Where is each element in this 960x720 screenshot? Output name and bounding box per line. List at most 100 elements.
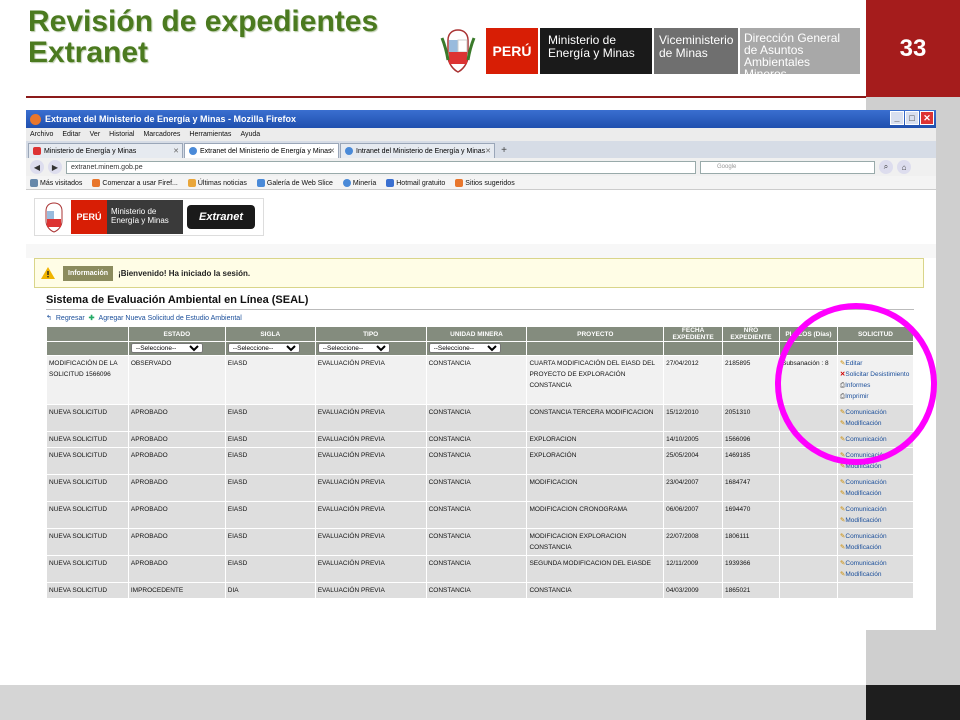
action-link[interactable]: ✕Solicitar Desistimiento (840, 369, 911, 380)
peru-logo: PERÚ (486, 28, 538, 74)
add-request-link[interactable]: Agregar Nueva Solicitud de Estudio Ambie… (99, 315, 242, 322)
loading-icon (189, 147, 197, 155)
action-label: Comunicación (845, 436, 887, 443)
info-label: Información (63, 265, 114, 281)
seal-title: Sistema de Evaluación Ambiental en Línea… (46, 294, 309, 306)
tab-minem[interactable]: Ministerio de Energía y Minas ✕ (28, 143, 183, 158)
action-link[interactable]: ✎Modificación (840, 418, 911, 429)
filter-estado: --Seleccione-- (127, 341, 226, 356)
action-label: Comunicación (845, 533, 887, 540)
requests-table: ESTADO SIGLA TIPO UNIDAD MINERA PROYECTO… (46, 326, 915, 599)
table-cell: EVALUACIÓN PREVIA (314, 555, 427, 583)
close-icon[interactable]: ✕ (920, 111, 934, 125)
table-cell: OBSERVADO (127, 355, 226, 405)
regresar-link[interactable]: Regresar (56, 315, 85, 322)
filter-blank (836, 341, 915, 356)
action-label: Imprimir (845, 393, 869, 400)
table-cell: CONSTANCIA (425, 555, 528, 583)
menu-marcadores[interactable]: Marcadores (143, 131, 180, 138)
bookmark-item[interactable]: Minería (342, 178, 376, 187)
solicitud-actions: ✎Comunicación ✎Modificación (836, 474, 915, 502)
back-arrow-icon: ↰ (46, 315, 52, 322)
info-text: ¡Bienvenido! Ha iniciado la sesión. (118, 268, 251, 278)
menu-historial[interactable]: Historial (109, 131, 134, 138)
table-row: NUEVA SOLICITUD APROBADO EIASD EVALUACIÓN P… (46, 528, 915, 556)
table-cell: 22/07/2008 (663, 528, 724, 556)
bookmark-item[interactable]: Galería de Web Slice (256, 178, 333, 187)
table-cell: 1469185 (722, 447, 780, 475)
table-cell: EIASD (224, 501, 316, 529)
menu-ver[interactable]: Ver (90, 131, 101, 138)
window-titlebar: Extranet del Ministerio de Energía y Min… (26, 110, 936, 128)
table-cell: APROBADO (127, 404, 226, 432)
menu-archivo[interactable]: Archivo (30, 131, 53, 138)
unidad-select[interactable]: --Seleccione-- (428, 343, 501, 353)
bookmark-item[interactable]: Últimas noticias (187, 178, 247, 187)
tab-close-icon[interactable]: ✕ (173, 147, 179, 155)
filter-unidad: --Seleccione-- (425, 341, 528, 356)
forward-icon[interactable]: ▶ (48, 160, 62, 174)
action-link[interactable]: ✎Comunicación (840, 558, 911, 569)
search-input[interactable]: Google (700, 160, 875, 174)
action-link[interactable]: ⎙Informes (840, 380, 911, 391)
home-icon[interactable]: ⌂ (897, 160, 911, 174)
action-link[interactable]: ✎Modificación (840, 488, 911, 499)
table-row: NUEVA SOLICITUD IMPROCEDENTE DIA EVALUACIÓN… (46, 582, 915, 599)
table-cell: APROBADO (127, 501, 226, 529)
tab-close-icon[interactable]: ✕ (485, 147, 491, 155)
url-input[interactable]: extranet.minem.gob.pe (66, 160, 696, 174)
table-cell: 1865021 (722, 582, 780, 599)
action-label: Modificación (845, 571, 882, 578)
menu-ayuda[interactable]: Ayuda (240, 131, 260, 138)
search-icon[interactable]: ⌕ (879, 160, 893, 174)
estado-select[interactable]: --Seleccione-- (130, 343, 203, 353)
new-tab-icon[interactable]: + (496, 143, 512, 158)
menu-bar: Archivo Editar Ver Historial Marcadores … (26, 128, 936, 141)
menu-editar[interactable]: Editar (62, 131, 80, 138)
tab-extranet[interactable]: Extranet del Ministerio de Energía y Min… (184, 143, 339, 158)
action-link[interactable]: ⎙Imprimir (840, 391, 911, 402)
back-icon[interactable]: ◀ (30, 160, 44, 174)
table-cell: NUEVA SOLICITUD (46, 404, 129, 432)
action-link[interactable]: ✎Comunicación (840, 504, 911, 515)
action-link[interactable]: ✎Modificación (840, 542, 911, 553)
menu-herramientas[interactable]: Herramientas (189, 131, 231, 138)
action-link[interactable]: ✎Editar (840, 358, 911, 369)
filter-blank (663, 341, 724, 356)
column-header: UNIDAD MINERA (425, 326, 528, 342)
table-cell (778, 431, 838, 448)
minimize-icon[interactable]: _ (890, 111, 904, 125)
table-row: MODIFICACIÓN DE LA SOLICITUD 1566096 OBSE… (46, 355, 915, 405)
action-label: Comunicación (845, 452, 887, 459)
table-cell: MODIFICACION (526, 474, 665, 502)
action-link[interactable]: ✎Comunicación (840, 407, 911, 418)
bookmark-item[interactable]: Hotmail gratuito (386, 178, 445, 187)
tab-label: Ministerio de Energía y Minas (44, 147, 137, 155)
action-link[interactable]: ✎Comunicación (840, 531, 911, 542)
bookmark-item[interactable]: Sitios sugeridos (455, 178, 515, 187)
bookmark-item[interactable]: Más visitados (30, 178, 82, 187)
table-cell: CONSTANCIA (425, 582, 528, 599)
action-link[interactable]: ✎Comunicación (840, 477, 911, 488)
action-label: Modificación (845, 420, 882, 427)
action-link[interactable]: ✎Modificación (840, 569, 911, 580)
action-link[interactable]: ✎Modificación (840, 461, 911, 472)
solicitud-actions: ✎Comunicación ✎Modificación (836, 404, 915, 432)
action-link[interactable]: ✎Comunicación (840, 450, 911, 461)
table-cell: EVALUACIÓN PREVIA (314, 582, 427, 599)
solicitud-actions: ✎Comunicación ✎Modificación (836, 501, 915, 529)
bookmark-item[interactable]: Comenzar a usar Firef... (92, 178, 178, 187)
sigla-select[interactable]: --Seleccione-- (227, 343, 300, 353)
action-link[interactable]: ✎Comunicación (840, 434, 911, 445)
firefox-icon (30, 113, 41, 125)
loading-icon (345, 147, 353, 155)
tipo-select[interactable]: --Seleccione-- (317, 343, 390, 353)
filter-blank (526, 341, 665, 356)
table-cell (778, 474, 838, 502)
filter-blank (778, 341, 838, 356)
action-link[interactable]: ✎Modificación (840, 515, 911, 526)
table-cell: MODIFICACIÓN DE LA SOLICITUD 1566096 (46, 355, 129, 405)
maximize-icon[interactable]: □ (905, 111, 919, 125)
tab-close-icon[interactable]: ✕ (329, 147, 335, 155)
tab-intranet[interactable]: Intranet del Ministerio de Energía y Min… (340, 143, 495, 158)
